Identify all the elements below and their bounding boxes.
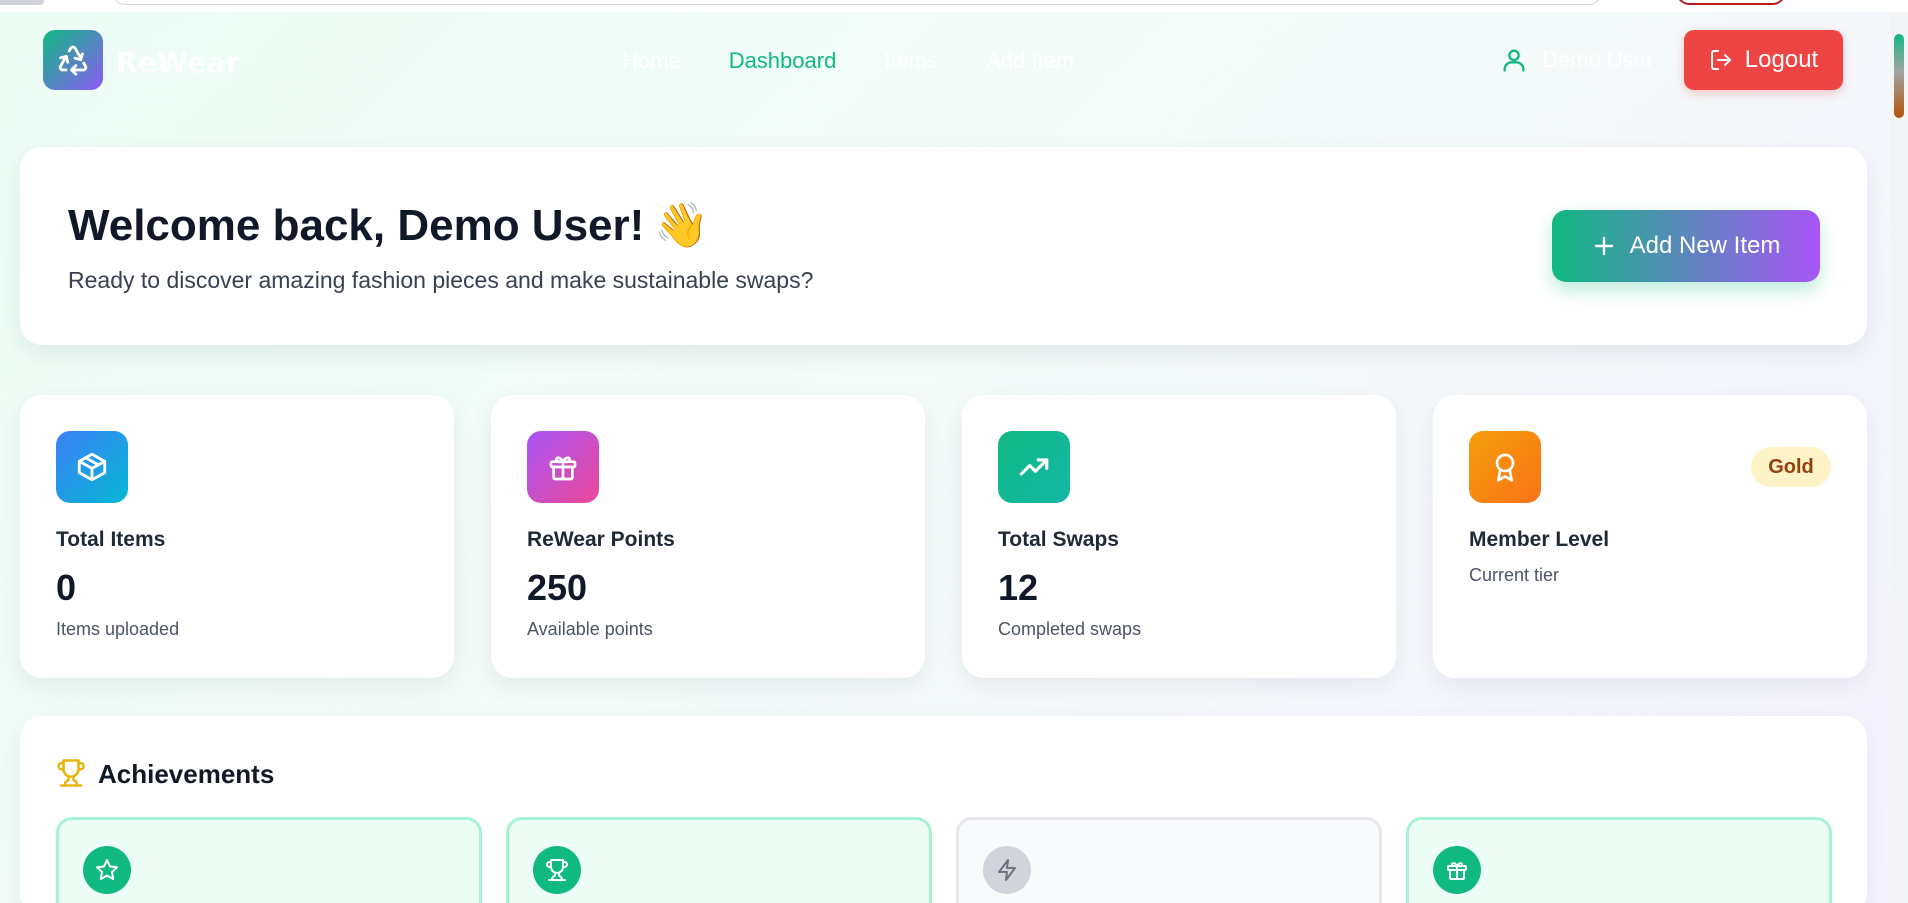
stat-card-total-items: Total Items 0 Items uploaded	[20, 395, 454, 678]
browser-tab-stub	[0, 0, 44, 5]
welcome-heading: Welcome back, Demo User! 👋	[68, 199, 709, 251]
achievement-icon-circle	[83, 846, 131, 894]
user-icon	[1503, 49, 1525, 72]
achievement-card[interactable]	[506, 817, 932, 903]
wave-emoji: 👋	[654, 201, 710, 250]
stat-label: Total Swaps	[998, 528, 1119, 551]
stat-value: 0	[56, 567, 77, 608]
trophy-icon	[546, 859, 568, 881]
browser-address-bar[interactable]	[112, 0, 1602, 5]
achievements-title: Achievements	[98, 759, 275, 789]
nav-items[interactable]: Items	[884, 48, 938, 74]
welcome-subtitle: Ready to discover amazing fashion pieces…	[68, 267, 814, 293]
achievement-card[interactable]	[1406, 817, 1832, 903]
nav-dashboard[interactable]: Dashboard	[729, 48, 837, 74]
stat-card-rewear-points: ReWear Points 250 Available points	[491, 395, 925, 678]
box-icon	[77, 452, 107, 482]
award-icon	[1495, 453, 1515, 482]
welcome-card: Welcome back, Demo User! 👋 Ready to disco…	[20, 147, 1867, 345]
stat-icon-box	[1469, 431, 1541, 503]
gift-icon	[549, 456, 577, 481]
bolt-icon	[998, 859, 1016, 881]
stat-value: 250	[527, 567, 588, 608]
stat-sub: Items uploaded	[56, 619, 180, 639]
page-scrollbar[interactable]	[1890, 12, 1908, 903]
user-name: Demo User	[1542, 47, 1654, 72]
plus-icon	[1594, 236, 1613, 256]
stat-icon-box	[998, 431, 1070, 503]
achievement-card[interactable]	[56, 817, 482, 903]
stat-sub: Available points	[527, 619, 653, 639]
user-menu[interactable]: Demo User	[1500, 46, 1653, 74]
achievement-icon-circle	[1433, 846, 1481, 894]
stat-icon-box	[56, 431, 128, 503]
nav-add-item[interactable]: Add Item	[986, 48, 1074, 74]
member-level-badge: Gold	[1751, 447, 1831, 487]
scrollbar-thumb[interactable]	[1894, 34, 1904, 118]
stat-sub: Completed swaps	[998, 619, 1142, 639]
welcome-title: Welcome back, Demo User!	[68, 201, 645, 250]
stat-card-total-swaps: Total Swaps 12 Completed swaps	[962, 395, 1396, 678]
achievement-icon-circle	[983, 846, 1031, 894]
main-nav: Home Dashboard Items Add Item	[622, 48, 1122, 74]
gift-icon	[1447, 862, 1467, 880]
star-icon	[96, 859, 118, 880]
brand-name[interactable]: ReWear	[116, 46, 239, 79]
add-new-item-label: Add New Item	[1629, 232, 1781, 259]
recycle-icon	[58, 45, 88, 76]
stat-icon-box	[527, 431, 599, 503]
logout-label: Logout	[1744, 46, 1819, 73]
browser-button-stub[interactable]	[1676, 0, 1786, 5]
stat-value: 12	[998, 567, 1039, 608]
stat-card-member-level: Gold Member Level Current tier	[1433, 395, 1867, 678]
logout-button[interactable]: Logout	[1684, 30, 1843, 90]
logo[interactable]	[43, 30, 103, 90]
nav-home[interactable]: Home	[622, 48, 681, 74]
add-new-item-button[interactable]: Add New Item	[1552, 210, 1820, 282]
logout-icon	[1710, 50, 1731, 70]
achievements-section: Achievements	[20, 716, 1867, 903]
stat-label: ReWear Points	[527, 528, 675, 551]
stat-sub: Current tier	[1469, 565, 1560, 585]
achievement-icon-circle	[533, 846, 581, 894]
achievement-card-locked[interactable]	[956, 817, 1382, 903]
top-navbar: ReWear Home Dashboard Items Add Item Dem…	[0, 12, 1890, 110]
trending-up-icon	[1019, 458, 1049, 476]
trophy-icon	[57, 759, 85, 787]
stat-label: Total Items	[56, 528, 166, 551]
browser-chrome	[0, 0, 1908, 12]
stat-label: Member Level	[1469, 528, 1610, 551]
